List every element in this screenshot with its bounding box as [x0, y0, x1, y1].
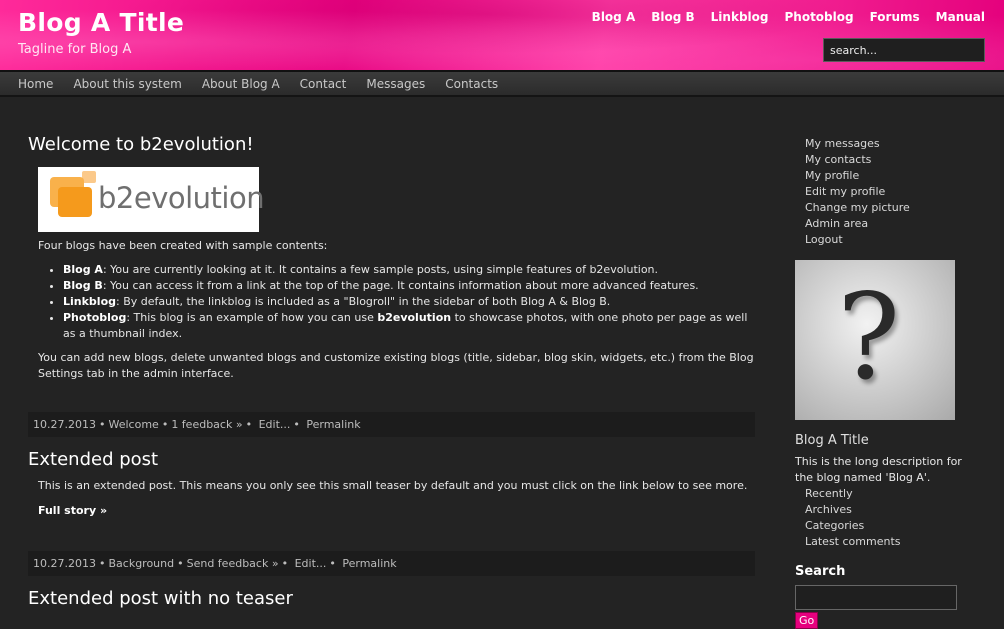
- top-link-forums[interactable]: Forums: [870, 10, 920, 24]
- blog-list: Blog A: You are currently looking at it.…: [38, 262, 755, 342]
- post-title: Extended post with no teaser: [28, 588, 293, 609]
- user-tools: My messages My contacts My profile Edit …: [795, 136, 965, 248]
- post-edit-link[interactable]: Edit...: [259, 418, 291, 431]
- top-link-blog-a[interactable]: Blog A: [592, 10, 636, 24]
- post-extended: Extended post This is an extended post. …: [28, 449, 755, 576]
- nav-contact[interactable]: Contact: [300, 77, 347, 91]
- post-meta-bar: 10.27.2013 • Background • Send feedback » • E…: [28, 551, 755, 576]
- list-item: Photoblog: This blog is an example of ho…: [63, 310, 755, 342]
- main-nav: Home About this system About Blog A Cont…: [0, 70, 1004, 97]
- post-permalink[interactable]: Permalink: [342, 557, 396, 570]
- post-title: Extended post: [28, 449, 159, 470]
- post-no-teaser: Extended post with no teaser: [28, 588, 755, 609]
- post-category-link[interactable]: Background: [108, 557, 174, 570]
- sidebar-blog-description: This is the long description for the blo…: [795, 455, 962, 484]
- link-admin-area[interactable]: Admin area: [795, 216, 965, 232]
- post-title: Welcome to b2evolution!: [28, 134, 254, 155]
- post-category-link[interactable]: Welcome: [108, 418, 158, 431]
- post-outro: You can add new blogs, delete unwanted b…: [38, 351, 754, 380]
- top-link-manual[interactable]: Manual: [936, 10, 985, 24]
- link-edit-profile[interactable]: Edit my profile: [795, 184, 965, 200]
- nav-home[interactable]: Home: [18, 77, 53, 91]
- b2evolution-logo: b2evolution: [38, 167, 265, 232]
- list-item: Blog A: You are currently looking at it.…: [63, 262, 755, 278]
- post-intro: Four blogs have been created with sample…: [38, 239, 328, 252]
- nav-about-blog-a[interactable]: About Blog A: [202, 77, 280, 91]
- post-teaser: This is an extended post. This means you…: [38, 479, 748, 492]
- post-date: 10.27.2013: [33, 418, 96, 431]
- post-permalink[interactable]: Permalink: [306, 418, 360, 431]
- link-logout[interactable]: Logout: [795, 232, 965, 248]
- link-categories[interactable]: Categories: [795, 518, 965, 534]
- link-recently[interactable]: Recently: [795, 486, 965, 502]
- blog-links: Recently Archives Categories Latest comm…: [795, 486, 965, 550]
- logo-bubble-front: [58, 187, 92, 217]
- post-meta-bar: 10.27.2013 • Welcome • 1 feedback » • Edit...…: [28, 412, 755, 437]
- header-search-input[interactable]: [823, 38, 985, 62]
- link-latest-comments[interactable]: Latest comments: [795, 534, 965, 550]
- blog-switcher: Blog A Blog B Linkblog Photoblog Forums …: [592, 10, 985, 24]
- question-mark-icon: ?: [837, 268, 901, 406]
- tagline: Tagline for Blog A: [18, 42, 132, 57]
- main-content: Welcome to b2evolution! b2evolution Four…: [28, 134, 755, 609]
- blog-title-link[interactable]: Blog A Title: [18, 8, 184, 37]
- sidebar-search-title: Search: [795, 564, 846, 579]
- post-date: 10.27.2013: [33, 557, 96, 570]
- top-link-photoblog[interactable]: Photoblog: [784, 10, 853, 24]
- post-edit-link[interactable]: Edit...: [295, 557, 327, 570]
- link-my-messages[interactable]: My messages: [795, 136, 965, 152]
- top-link-linkblog[interactable]: Linkblog: [711, 10, 769, 24]
- sidebar-search-input[interactable]: [795, 585, 957, 610]
- nav-about-system[interactable]: About this system: [73, 77, 181, 91]
- list-item: Blog B: You can access it from a link at…: [63, 278, 755, 294]
- link-my-contacts[interactable]: My contacts: [795, 152, 965, 168]
- logo-wordmark: b2evolution: [98, 181, 265, 215]
- post-feedback-link[interactable]: Send feedback »: [187, 557, 279, 570]
- avatar: ?: [795, 260, 955, 420]
- sidebar-blog-title: Blog A Title: [795, 433, 869, 448]
- go-button[interactable]: Go: [795, 612, 819, 629]
- nav-contacts[interactable]: Contacts: [445, 77, 498, 91]
- sidebar: My messages My contacts My profile Edit …: [795, 136, 965, 629]
- link-my-profile[interactable]: My profile: [795, 168, 965, 184]
- header-banner: Blog A Title Tagline for Blog A Blog A B…: [0, 0, 1004, 70]
- link-change-picture[interactable]: Change my picture: [795, 200, 965, 216]
- link-archives[interactable]: Archives: [795, 502, 965, 518]
- nav-messages[interactable]: Messages: [366, 77, 425, 91]
- top-link-blog-b[interactable]: Blog B: [651, 10, 694, 24]
- full-story-link[interactable]: Full story »: [38, 504, 107, 517]
- post-welcome: Welcome to b2evolution! b2evolution Four…: [28, 134, 755, 437]
- logo-bubble-small: [82, 171, 96, 183]
- post-feedback-link[interactable]: 1 feedback »: [171, 418, 242, 431]
- list-item: Linkblog: By default, the linkblog is in…: [63, 294, 755, 310]
